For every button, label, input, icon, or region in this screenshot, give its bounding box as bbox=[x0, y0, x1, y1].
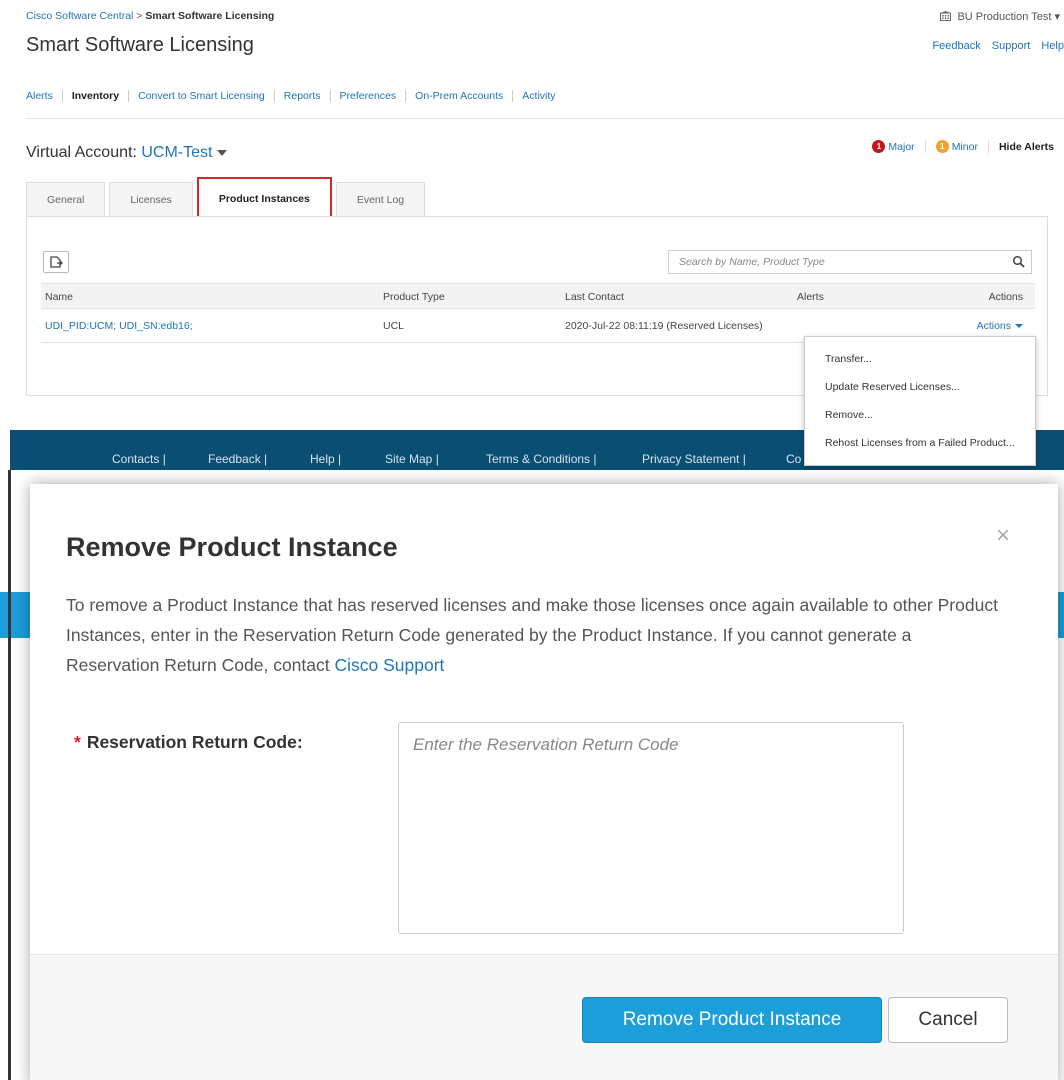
export-button[interactable] bbox=[43, 251, 69, 273]
hide-alerts-button[interactable]: Hide Alerts bbox=[989, 141, 1054, 153]
modal-footer: Remove Product Instance Cancel bbox=[30, 954, 1058, 1080]
nav-item-activity[interactable]: Activity bbox=[512, 90, 564, 102]
background-edge bbox=[8, 470, 11, 1080]
header-links: Feedback Support Help bbox=[924, 40, 1064, 52]
nav-item-alerts[interactable]: Alerts bbox=[26, 90, 62, 102]
table-header: Name Product Type Last Contact Alerts Ac… bbox=[41, 283, 1035, 309]
instance-name-link[interactable]: UDI_PID:UCM; UDI_SN:edb16; bbox=[45, 309, 193, 343]
virtual-account-selector: Virtual Account: UCM-Test bbox=[26, 144, 228, 162]
column-header-alerts[interactable]: Alerts bbox=[797, 284, 824, 310]
account-switcher[interactable]: BU Production Test ▾ bbox=[940, 10, 1060, 23]
description-text: To remove a Product Instance that has re… bbox=[66, 595, 998, 675]
support-link[interactable]: Support bbox=[992, 40, 1031, 52]
footer-contacts-link[interactable]: Contacts | bbox=[112, 452, 166, 466]
modal-title: Remove Product Instance bbox=[66, 532, 398, 562]
cisco-support-link[interactable]: Cisco Support bbox=[334, 655, 444, 675]
actions-menu: Transfer... Update Reserved Licenses... … bbox=[804, 336, 1036, 466]
tab-licenses[interactable]: Licenses bbox=[109, 182, 193, 216]
breadcrumb-current: Smart Software Licensing bbox=[145, 10, 275, 22]
tab-event-log[interactable]: Event Log bbox=[335, 182, 426, 216]
close-icon[interactable]: × bbox=[996, 522, 1010, 550]
building-icon bbox=[940, 11, 952, 21]
search-placeholder: Search by Name, Product Type bbox=[679, 256, 825, 268]
reservation-code-label-text: Reservation Return Code: bbox=[86, 732, 303, 752]
feedback-link[interactable]: Feedback bbox=[932, 40, 980, 52]
footer-cookies-link[interactable]: Co bbox=[786, 452, 801, 466]
page-title: Smart Software Licensing bbox=[26, 34, 254, 56]
major-alert-icon: 1 bbox=[872, 140, 886, 153]
minor-alert-label: Minor bbox=[951, 140, 978, 153]
footer-feedback-link[interactable]: Feedback | bbox=[208, 452, 267, 466]
nav-item-convert[interactable]: Convert to Smart Licensing bbox=[128, 90, 274, 102]
divider bbox=[26, 118, 1064, 119]
licensing-inventory-screen: Cisco Software Central > Smart Software … bbox=[0, 0, 1064, 470]
minor-alerts-toggle[interactable]: 1 Minor bbox=[926, 140, 989, 153]
cancel-button[interactable]: Cancel bbox=[888, 997, 1008, 1043]
footer-privacy-link[interactable]: Privacy Statement | bbox=[642, 452, 746, 466]
menu-item-transfer[interactable]: Transfer... bbox=[825, 353, 872, 365]
help-link[interactable]: Help bbox=[1041, 40, 1064, 52]
menu-item-update-reserved[interactable]: Update Reserved Licenses... bbox=[825, 381, 960, 393]
column-header-actions: Actions bbox=[988, 291, 1023, 303]
caret-down-icon[interactable] bbox=[217, 149, 228, 156]
instance-last-contact: 2020-Jul-22 08:11:19 (Reserved Licenses) bbox=[565, 320, 763, 332]
breadcrumb: Cisco Software Central > Smart Software … bbox=[26, 10, 274, 22]
account-switcher-label: BU Production Test bbox=[957, 11, 1052, 23]
major-alerts-toggle[interactable]: 1 Major bbox=[862, 140, 926, 153]
required-marker: * bbox=[74, 732, 81, 752]
remove-product-instance-modal: Remove Product Instance × To remove a Pr… bbox=[30, 484, 1058, 1080]
breadcrumb-root-link[interactable]: Cisco Software Central bbox=[26, 10, 133, 22]
account-tabs: General Licenses Product Instances Event… bbox=[26, 177, 429, 223]
alerts-bar: 1 Major 1 Minor Hide Alerts bbox=[862, 140, 1054, 153]
column-header-contact[interactable]: Last Contact bbox=[565, 284, 624, 310]
column-header-name[interactable]: Name bbox=[45, 284, 73, 310]
reservation-code-label: * Reservation Return Code: bbox=[74, 732, 303, 753]
minor-alert-icon: 1 bbox=[935, 140, 949, 153]
column-header-type[interactable]: Product Type bbox=[383, 284, 445, 310]
footer-help-link[interactable]: Help | bbox=[310, 452, 341, 466]
nav-item-preferences[interactable]: Preferences bbox=[329, 90, 406, 102]
search-icon[interactable] bbox=[1012, 255, 1025, 268]
virtual-account-name[interactable]: UCM-Test bbox=[141, 144, 212, 161]
remove-instance-screen: Remove Product Instance × To remove a Pr… bbox=[0, 470, 1064, 1080]
modal-description: To remove a Product Instance that has re… bbox=[66, 590, 1006, 680]
breadcrumb-separator: > bbox=[136, 10, 143, 22]
menu-item-remove[interactable]: Remove... bbox=[825, 409, 873, 421]
footer-sitemap-link[interactable]: Site Map | bbox=[385, 452, 439, 466]
main-nav: Alerts Inventory Convert to Smart Licens… bbox=[26, 90, 565, 102]
remove-product-instance-button[interactable]: Remove Product Instance bbox=[582, 997, 882, 1043]
search-input[interactable]: Search by Name, Product Type bbox=[668, 250, 1032, 274]
virtual-account-label: Virtual Account: bbox=[26, 144, 137, 161]
caret-down-icon bbox=[1015, 324, 1023, 329]
chevron-down-icon: ▾ bbox=[1054, 11, 1060, 23]
nav-item-reports[interactable]: Reports bbox=[273, 90, 330, 102]
instance-type: UCL bbox=[383, 320, 405, 332]
footer-terms-link[interactable]: Terms & Conditions | bbox=[486, 452, 597, 466]
reservation-return-code-input[interactable] bbox=[398, 722, 904, 934]
export-icon bbox=[50, 256, 63, 268]
major-alert-label: Major bbox=[888, 140, 915, 153]
tab-general[interactable]: General bbox=[26, 182, 106, 216]
actions-label: Actions bbox=[976, 320, 1011, 332]
menu-item-rehost[interactable]: Rehost Licenses from a Failed Product... bbox=[825, 437, 1015, 449]
nav-item-on-prem[interactable]: On-Prem Accounts bbox=[405, 90, 512, 102]
nav-item-inventory[interactable]: Inventory bbox=[61, 90, 128, 102]
